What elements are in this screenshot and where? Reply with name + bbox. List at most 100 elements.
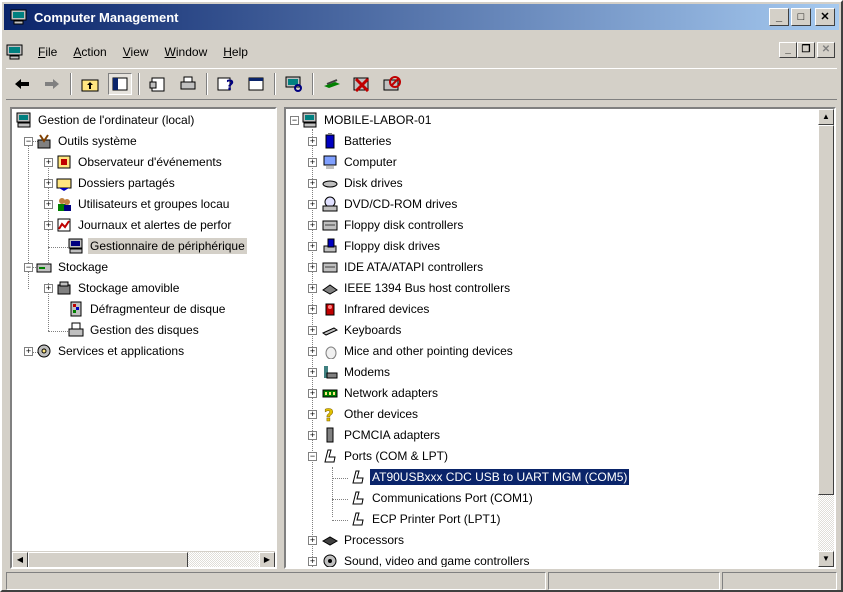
perf-logs-icon	[56, 217, 72, 233]
title-bar[interactable]: Computer Management _ □ ✕	[4, 4, 839, 30]
expand-toggle[interactable]: +	[308, 368, 317, 377]
tree-item-floppy-drives[interactable]: Floppy disk drives	[322, 236, 442, 256]
tree-item-ieee1394-controllers[interactable]: IEEE 1394 Bus host controllers	[322, 278, 512, 298]
console-icon[interactable]	[244, 73, 268, 95]
mmc-icon[interactable]	[6, 44, 26, 60]
tree-item-batteries[interactable]: Batteries	[322, 131, 393, 151]
maximize-button[interactable]: □	[791, 8, 811, 26]
tree-item-mobile-labor-01[interactable]: MOBILE-LABOR-01	[302, 110, 433, 130]
expand-toggle[interactable]: +	[308, 557, 317, 566]
menu-window[interactable]: Window	[157, 45, 216, 59]
tree-label: Journaux et alertes de perfor	[78, 218, 232, 232]
tree-item-event-viewer[interactable]: Observateur d'événements	[56, 152, 224, 172]
console-tree-pane[interactable]: Gestion de l'ordinateur (local) − Outils…	[10, 107, 277, 569]
tree-item-network-adapters[interactable]: Network adapters	[322, 383, 440, 403]
tree-item-modems[interactable]: Modems	[322, 362, 392, 382]
tree-item-disk-drives[interactable]: Disk drives	[322, 173, 405, 193]
tree-item-infrared-devices[interactable]: Infrared devices	[322, 299, 431, 319]
forward-icon[interactable]	[40, 73, 64, 95]
tree-label: IEEE 1394 Bus host controllers	[344, 281, 511, 295]
collapse-toggle[interactable]: −	[24, 137, 33, 146]
expand-toggle[interactable]: +	[308, 200, 317, 209]
expand-toggle[interactable]: +	[44, 200, 53, 209]
disable-icon[interactable]	[380, 73, 404, 95]
close-button[interactable]: ✕	[815, 8, 835, 26]
scroll-left-button[interactable]: ◀	[12, 552, 28, 567]
scroll-up-button[interactable]: ▲	[818, 109, 834, 125]
back-icon[interactable]	[10, 73, 34, 95]
tree-item-mice[interactable]: Mice and other pointing devices	[322, 341, 515, 361]
tree-item-com1-port[interactable]: Communications Port (COM1)	[350, 488, 535, 508]
child-restore-button[interactable]: ❐	[797, 42, 815, 58]
tree-item-dvd-cdrom-drives[interactable]: DVD/CD-ROM drives	[322, 194, 459, 214]
tree-item-pcmcia-adapters[interactable]: PCMCIA adapters	[322, 425, 442, 445]
expand-toggle[interactable]: +	[308, 347, 317, 356]
menu-view[interactable]: View	[115, 45, 157, 59]
expand-toggle[interactable]: +	[24, 347, 33, 356]
expand-toggle[interactable]: +	[44, 221, 53, 230]
tree-item-shared-folders[interactable]: Dossiers partagés	[56, 173, 177, 193]
expand-toggle[interactable]: +	[308, 158, 317, 167]
properties-icon[interactable]	[146, 73, 170, 95]
print-icon[interactable]	[176, 73, 200, 95]
tree-item-ide-controllers[interactable]: IDE ATA/ATAPI controllers	[322, 257, 485, 277]
child-minimize-button[interactable]: _	[779, 42, 797, 58]
device-tree-pane[interactable]: − MOBILE-LABOR-01 + Batteries + Computer…	[284, 107, 836, 569]
scroll-thumb[interactable]	[818, 125, 834, 495]
tree-item-ports[interactable]: Ports (COM & LPT)	[322, 446, 450, 466]
expand-toggle[interactable]: +	[44, 158, 53, 167]
scroll-right-button[interactable]: ▶	[259, 552, 275, 567]
tree-item-storage[interactable]: Stockage	[36, 257, 110, 277]
tree-label: Processors	[344, 533, 405, 547]
expand-toggle[interactable]: +	[308, 179, 317, 188]
show-hide-tree-icon[interactable]	[108, 73, 132, 95]
uninstall-icon[interactable]	[350, 73, 374, 95]
update-driver-icon[interactable]	[320, 73, 344, 95]
tree-item-removable-storage[interactable]: Stockage amovible	[56, 278, 181, 298]
child-close-button[interactable]: ✕	[817, 42, 835, 58]
expand-toggle[interactable]: +	[44, 179, 53, 188]
tree-item-processors[interactable]: Processors	[321, 530, 406, 550]
scan-hardware-icon[interactable]	[282, 73, 306, 95]
menu-help[interactable]: Help	[215, 45, 256, 59]
menu-action[interactable]: Action	[65, 45, 114, 59]
expand-toggle[interactable]: +	[308, 221, 317, 230]
tree-item-device-manager[interactable]: Gestionnaire de périphérique	[68, 236, 247, 256]
tree-item-computer-management[interactable]: Gestion de l'ordinateur (local)	[16, 110, 196, 130]
expand-toggle[interactable]: +	[44, 284, 53, 293]
tree-item-computer[interactable]: Computer	[322, 152, 399, 172]
tree-item-performance-logs[interactable]: Journaux et alertes de perfor	[56, 215, 233, 235]
expand-toggle[interactable]: +	[308, 410, 317, 419]
expand-toggle[interactable]: +	[308, 284, 317, 293]
tree-item-services-applications[interactable]: Services et applications	[36, 341, 186, 361]
tree-item-at90usb-port[interactable]: AT90USBxxx CDC USB to UART MGM (COM5)	[350, 467, 631, 487]
up-folder-icon[interactable]	[78, 73, 102, 95]
help-icon[interactable]: ?	[214, 73, 238, 95]
tree-item-local-users[interactable]: Utilisateurs et groupes locau	[56, 194, 231, 214]
expand-toggle[interactable]: +	[308, 389, 317, 398]
scroll-thumb[interactable]	[28, 552, 188, 567]
expand-toggle[interactable]: +	[308, 431, 317, 440]
collapse-toggle[interactable]: −	[290, 116, 299, 125]
collapse-toggle[interactable]: −	[24, 263, 33, 272]
tree-item-defragmenter[interactable]: Défragmenteur de disque	[68, 299, 227, 319]
collapse-toggle[interactable]: −	[308, 452, 317, 461]
vertical-scrollbar[interactable]: ▲ ▼	[818, 109, 834, 567]
expand-toggle[interactable]: +	[308, 137, 317, 146]
horizontal-scrollbar[interactable]: ◀ ▶	[12, 551, 275, 567]
expand-toggle[interactable]: +	[308, 305, 317, 314]
expand-toggle[interactable]: +	[308, 536, 317, 545]
tree-item-sound-video-game[interactable]: Sound, video and game controllers	[322, 551, 531, 567]
tree-item-disk-management[interactable]: Gestion des disques	[68, 320, 201, 340]
tree-item-outils-systeme[interactable]: Outils système	[36, 131, 139, 151]
tree-item-other-devices[interactable]: ? Other devices	[322, 404, 420, 427]
expand-toggle[interactable]: +	[308, 242, 317, 251]
tree-item-keyboards[interactable]: Keyboards	[321, 320, 403, 340]
scroll-down-button[interactable]: ▼	[818, 551, 834, 567]
tree-item-floppy-controllers[interactable]: Floppy disk controllers	[322, 215, 465, 235]
minimize-button[interactable]: _	[769, 8, 789, 26]
expand-toggle[interactable]: +	[308, 263, 317, 272]
menu-file[interactable]: File	[30, 45, 65, 59]
expand-toggle[interactable]: +	[308, 326, 317, 335]
tree-item-lpt1-port[interactable]: ECP Printer Port (LPT1)	[350, 509, 502, 529]
